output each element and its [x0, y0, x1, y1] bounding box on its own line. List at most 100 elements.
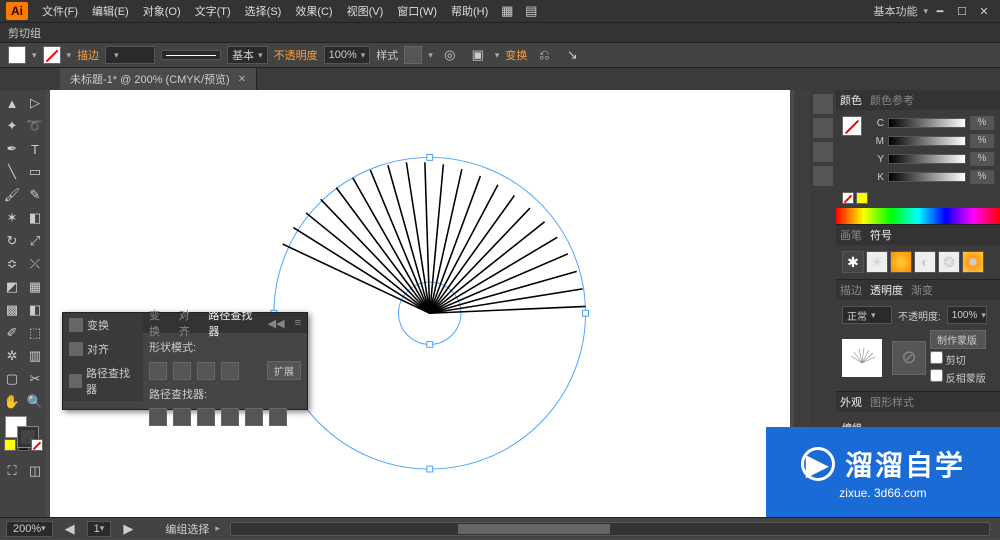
blend-tool-icon[interactable]: ⬚	[24, 322, 46, 344]
perspective-tool-icon[interactable]: ▦	[24, 276, 46, 298]
minus-front-button[interactable]	[173, 362, 191, 380]
panel-icon-3[interactable]	[813, 142, 833, 162]
maximize-button[interactable]: ☐	[952, 5, 972, 18]
blend-mode-select[interactable]: 正常▾	[842, 306, 892, 324]
opacity-thumb[interactable]	[842, 339, 882, 377]
clip-checkbox[interactable]: 剪切	[930, 351, 986, 367]
side-item-transform[interactable]: 变换	[63, 313, 143, 337]
pathfinder-float-panel[interactable]: 变换 对齐 路径查找器 变换 对齐 路径查找器 ◀◀ ≡ 形状模式: 扩展 路径…	[62, 312, 308, 410]
eyedropper-tool-icon[interactable]: ✐	[1, 322, 23, 344]
free-transform-tool-icon[interactable]: ⤫	[24, 253, 46, 275]
unite-button[interactable]	[149, 362, 167, 380]
slider-y[interactable]	[888, 154, 966, 164]
crop-button[interactable]	[221, 408, 239, 426]
tab-color-guide[interactable]: 颜色参考	[870, 92, 914, 108]
symbol-5[interactable]: ❂	[938, 251, 960, 273]
value-y[interactable]: %	[970, 152, 994, 166]
pencil-tool-icon[interactable]: ✎	[24, 184, 46, 206]
tab-transparency[interactable]: 透明度	[870, 282, 903, 298]
side-item-align[interactable]: 对齐	[63, 337, 143, 361]
symbol-sprayer-icon[interactable]: ✲	[1, 345, 23, 367]
float-tab-transform[interactable]: 变换	[149, 307, 169, 339]
menubar-icon-1[interactable]: ▦	[496, 0, 518, 22]
fill-chevron-icon[interactable]: ▾	[32, 50, 37, 61]
panel-icon-1[interactable]	[813, 94, 833, 114]
stroke-weight-field[interactable]: ▾	[105, 46, 155, 64]
slice-tool-icon[interactable]: ✂	[24, 368, 46, 390]
rotate-tool-icon[interactable]: ↻	[1, 230, 23, 252]
artboard-prev-icon[interactable]: ◀	[59, 518, 81, 540]
float-tab-align[interactable]: 对齐	[179, 307, 199, 339]
graph-tool-icon[interactable]: ▥	[24, 345, 46, 367]
tab-appearance[interactable]: 外观	[840, 394, 862, 410]
stroke-chevron-icon[interactable]: ▾	[67, 50, 72, 61]
menu-window[interactable]: 窗口(W)	[391, 3, 443, 19]
workspace-chevron-icon[interactable]: ▾	[923, 6, 928, 17]
panel-icon-2[interactable]	[813, 118, 833, 138]
tab-gradient[interactable]: 渐变	[911, 282, 933, 298]
pen-tool-icon[interactable]: ✒	[1, 138, 23, 160]
tab-symbols[interactable]: 符号	[870, 227, 892, 243]
make-mask-button[interactable]: 制作蒙版	[930, 330, 986, 349]
status-flyout-icon[interactable]: ▸	[215, 523, 220, 534]
hand-tool-icon[interactable]: ✋	[1, 391, 23, 413]
tab-brushes[interactable]: 画笔	[840, 227, 862, 243]
style-swatch[interactable]	[404, 46, 422, 64]
line-tool-icon[interactable]: ╲	[1, 161, 23, 183]
outline-button[interactable]	[245, 408, 263, 426]
trim-button[interactable]	[173, 408, 191, 426]
panel-icon-4[interactable]	[813, 166, 833, 186]
menubar-icon-2[interactable]: ▤	[520, 0, 542, 22]
isolate-icon[interactable]: ⎌	[533, 44, 555, 66]
brush-tool-icon[interactable]: 🖌	[1, 184, 23, 206]
symbol-4[interactable]: ◐	[914, 251, 936, 273]
options-more-icon[interactable]: ↘	[561, 44, 583, 66]
symbol-1[interactable]: ✱	[842, 251, 864, 273]
tab-color[interactable]: 颜色	[840, 92, 862, 108]
type-tool-icon[interactable]: T	[24, 138, 46, 160]
mask-thumb[interactable]: ⊘	[892, 341, 926, 375]
direct-select-tool-icon[interactable]: ▷	[24, 92, 46, 114]
menu-effect[interactable]: 效果(C)	[289, 3, 338, 19]
close-button[interactable]: ✕	[974, 5, 994, 18]
exclude-button[interactable]	[221, 362, 239, 380]
value-m[interactable]: %	[970, 134, 994, 148]
lasso-tool-icon[interactable]: ➰	[24, 115, 46, 137]
canvas[interactable]	[50, 90, 790, 517]
blob-tool-icon[interactable]: ✶	[1, 207, 23, 229]
doc-tab-close-icon[interactable]: ✕	[238, 74, 246, 85]
draw-mode-icon[interactable]: ◫	[24, 460, 46, 482]
value-c[interactable]: %	[970, 116, 994, 130]
scale-tool-icon[interactable]: ⤢	[24, 230, 46, 252]
minus-back-button[interactable]	[269, 408, 287, 426]
tab-stroke[interactable]: 描边	[840, 282, 862, 298]
stroke-swatch[interactable]	[43, 46, 61, 64]
rectangle-tool-icon[interactable]: ▭	[24, 161, 46, 183]
opacity-field[interactable]: 100%▾	[324, 46, 371, 64]
value-k[interactable]: %	[970, 170, 994, 184]
fill-swatch[interactable]	[8, 46, 26, 64]
opacity-panel-field[interactable]: 100%▾	[947, 306, 987, 324]
gradient-tool-icon[interactable]: ◧	[24, 299, 46, 321]
zoom-tool-icon[interactable]: 🔍	[24, 391, 46, 413]
opacity-label[interactable]: 不透明度	[274, 47, 318, 63]
stroke-label[interactable]: 描边	[77, 47, 99, 63]
expand-button[interactable]: 扩展	[267, 361, 301, 380]
float-tab-pathfinder[interactable]: 路径查找器	[208, 307, 257, 339]
selection-tool-icon[interactable]: ▲	[1, 92, 23, 114]
menu-object[interactable]: 对象(O)	[137, 3, 187, 19]
yellow-swatch[interactable]	[856, 192, 868, 204]
float-menu-icon[interactable]: ≡	[295, 317, 301, 329]
eraser-tool-icon[interactable]: ◧	[24, 207, 46, 229]
merge-button[interactable]	[197, 408, 215, 426]
symbol-6[interactable]: ✹	[962, 251, 984, 273]
width-tool-icon[interactable]: ≎	[1, 253, 23, 275]
menu-file[interactable]: 文件(F)	[36, 3, 84, 19]
menu-edit[interactable]: 编辑(E)	[86, 3, 135, 19]
color-mode-none[interactable]	[31, 439, 43, 451]
menu-view[interactable]: 视图(V)	[341, 3, 390, 19]
align-chevron-icon[interactable]: ▾	[495, 50, 500, 61]
menu-type[interactable]: 文字(T)	[189, 3, 237, 19]
shape-builder-tool-icon[interactable]: ◩	[1, 276, 23, 298]
slider-k[interactable]	[888, 172, 966, 182]
